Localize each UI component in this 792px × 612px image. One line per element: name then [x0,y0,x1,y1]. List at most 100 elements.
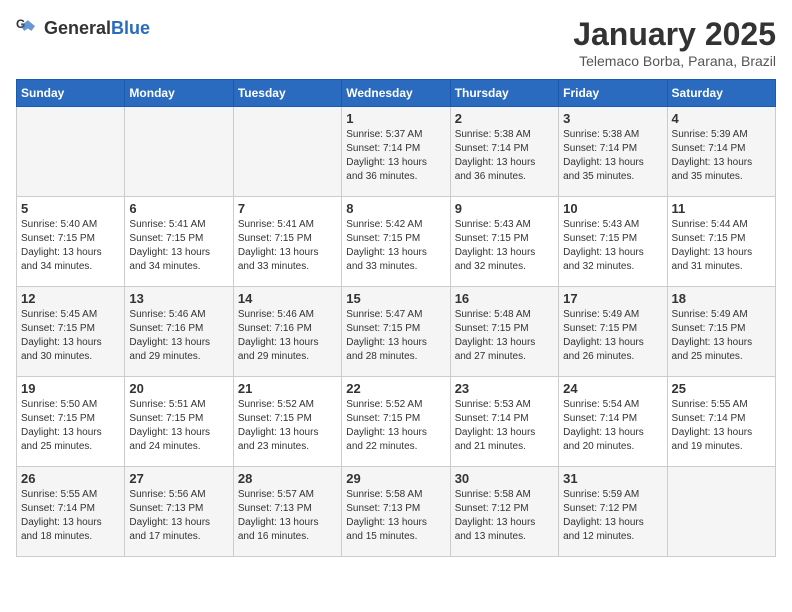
day-info: Sunrise: 5:44 AM Sunset: 7:15 PM Dayligh… [672,218,771,274]
day-number: 10 [563,201,662,216]
day-number: 26 [21,471,120,486]
day-number: 21 [238,381,337,396]
calendar-week-3: 12 Sunrise: 5:45 AM Sunset: 7:15 PM Dayli… [17,287,776,377]
calendar-cell: 21 Sunrise: 5:52 AM Sunset: 7:15 PM Dayli… [233,377,341,467]
calendar-cell: 19 Sunrise: 5:50 AM Sunset: 7:15 PM Dayli… [17,377,125,467]
day-number: 23 [455,381,554,396]
calendar-cell: 3 Sunrise: 5:38 AM Sunset: 7:14 PM Daylig… [559,107,667,197]
day-info: Sunrise: 5:49 AM Sunset: 7:15 PM Dayligh… [672,308,771,364]
day-info: Sunrise: 5:42 AM Sunset: 7:15 PM Dayligh… [346,218,445,274]
weekday-header-row: Sunday Monday Tuesday Wednesday Thursday… [17,80,776,107]
calendar-cell: 9 Sunrise: 5:43 AM Sunset: 7:15 PM Daylig… [450,197,558,287]
header-tuesday: Tuesday [233,80,341,107]
calendar-cell: 2 Sunrise: 5:38 AM Sunset: 7:14 PM Daylig… [450,107,558,197]
logo-icon: G [16,16,40,40]
logo: G GeneralBlue [16,16,150,40]
day-number: 16 [455,291,554,306]
day-info: Sunrise: 5:46 AM Sunset: 7:16 PM Dayligh… [129,308,228,364]
day-info: Sunrise: 5:38 AM Sunset: 7:14 PM Dayligh… [455,128,554,184]
day-info: Sunrise: 5:43 AM Sunset: 7:15 PM Dayligh… [455,218,554,274]
day-info: Sunrise: 5:37 AM Sunset: 7:14 PM Dayligh… [346,128,445,184]
calendar-cell: 14 Sunrise: 5:46 AM Sunset: 7:16 PM Dayli… [233,287,341,377]
calendar-cell: 7Sunrise: 5:41 AM Sunset: 7:15 PM Daylig… [233,197,341,287]
calendar-title: January 2025 [573,16,776,53]
calendar-cell: 23 Sunrise: 5:53 AM Sunset: 7:14 PM Dayli… [450,377,558,467]
calendar-cell: 4 Sunrise: 5:39 AM Sunset: 7:14 PM Daylig… [667,107,775,197]
day-info: Sunrise: 5:57 AM Sunset: 7:13 PM Dayligh… [238,488,337,544]
header-thursday: Thursday [450,80,558,107]
day-info: Sunrise: 5:47 AM Sunset: 7:15 PM Dayligh… [346,308,445,364]
day-number: 30 [455,471,554,486]
calendar-cell: 22Sunrise: 5:52 AM Sunset: 7:15 PM Dayli… [342,377,450,467]
header-saturday: Saturday [667,80,775,107]
header: G GeneralBlue January 2025 Telemaco Borb… [16,16,776,69]
calendar-cell: 29Sunrise: 5:58 AM Sunset: 7:13 PM Dayli… [342,467,450,557]
calendar-week-2: 5 Sunrise: 5:40 AM Sunset: 7:15 PM Daylig… [17,197,776,287]
header-friday: Friday [559,80,667,107]
day-number: 13 [129,291,228,306]
day-info: Sunrise: 5:56 AM Sunset: 7:13 PM Dayligh… [129,488,228,544]
calendar-body: 1 Sunrise: 5:37 AM Sunset: 7:14 PM Daylig… [17,107,776,557]
calendar-cell: 16 Sunrise: 5:48 AM Sunset: 7:15 PM Dayli… [450,287,558,377]
day-number: 2 [455,111,554,126]
day-info: Sunrise: 5:50 AM Sunset: 7:15 PM Dayligh… [21,398,120,454]
calendar-cell [233,107,341,197]
day-number: 5 [21,201,120,216]
calendar-cell [17,107,125,197]
calendar-cell: 10Sunrise: 5:43 AM Sunset: 7:15 PM Dayli… [559,197,667,287]
day-number: 18 [672,291,771,306]
day-info: Sunrise: 5:46 AM Sunset: 7:16 PM Dayligh… [238,308,337,364]
day-number: 8 [346,201,445,216]
day-info: Sunrise: 5:55 AM Sunset: 7:14 PM Dayligh… [672,398,771,454]
day-number: 17 [563,291,662,306]
day-number: 31 [563,471,662,486]
day-info: Sunrise: 5:45 AM Sunset: 7:15 PM Dayligh… [21,308,120,364]
day-number: 3 [563,111,662,126]
day-info: Sunrise: 5:41 AM Sunset: 7:15 PM Dayligh… [129,218,228,274]
calendar-header: Sunday Monday Tuesday Wednesday Thursday… [17,80,776,107]
day-number: 9 [455,201,554,216]
day-number: 19 [21,381,120,396]
day-info: Sunrise: 5:55 AM Sunset: 7:14 PM Dayligh… [21,488,120,544]
day-number: 4 [672,111,771,126]
calendar-subtitle: Telemaco Borba, Parana, Brazil [573,53,776,69]
calendar-cell: 8 Sunrise: 5:42 AM Sunset: 7:15 PM Daylig… [342,197,450,287]
day-info: Sunrise: 5:48 AM Sunset: 7:15 PM Dayligh… [455,308,554,364]
calendar-cell: 11 Sunrise: 5:44 AM Sunset: 7:15 PM Dayli… [667,197,775,287]
calendar-cell: 27 Sunrise: 5:56 AM Sunset: 7:13 PM Dayli… [125,467,233,557]
day-number: 24 [563,381,662,396]
day-info: Sunrise: 5:38 AM Sunset: 7:14 PM Dayligh… [563,128,662,184]
day-number: 1 [346,111,445,126]
calendar-week-4: 19 Sunrise: 5:50 AM Sunset: 7:15 PM Dayli… [17,377,776,467]
day-info: Sunrise: 5:52 AM Sunset: 7:15 PM Dayligh… [238,398,337,454]
day-number: 6 [129,201,228,216]
logo-general: General [44,18,111,38]
day-info: Sunrise: 5:54 AM Sunset: 7:14 PM Dayligh… [563,398,662,454]
header-sunday: Sunday [17,80,125,107]
day-info: Sunrise: 5:52 AM Sunset: 7:15 PM Dayligh… [346,398,445,454]
calendar-week-5: 26 Sunrise: 5:55 AM Sunset: 7:14 PM Dayli… [17,467,776,557]
day-info: Sunrise: 5:39 AM Sunset: 7:14 PM Dayligh… [672,128,771,184]
day-info: Sunrise: 5:58 AM Sunset: 7:13 PM Dayligh… [346,488,445,544]
day-number: 14 [238,291,337,306]
calendar-cell: 1 Sunrise: 5:37 AM Sunset: 7:14 PM Daylig… [342,107,450,197]
day-number: 28 [238,471,337,486]
day-info: Sunrise: 5:59 AM Sunset: 7:12 PM Dayligh… [563,488,662,544]
day-number: 25 [672,381,771,396]
day-info: Sunrise: 5:53 AM Sunset: 7:14 PM Dayligh… [455,398,554,454]
calendar-cell: 30 Sunrise: 5:58 AM Sunset: 7:12 PM Dayli… [450,467,558,557]
day-info: Sunrise: 5:51 AM Sunset: 7:15 PM Dayligh… [129,398,228,454]
day-number: 11 [672,201,771,216]
header-wednesday: Wednesday [342,80,450,107]
calendar-cell: 24 Sunrise: 5:54 AM Sunset: 7:14 PM Dayli… [559,377,667,467]
day-number: 12 [21,291,120,306]
logo-wordmark: GeneralBlue [44,18,150,39]
calendar-cell: 28 Sunrise: 5:57 AM Sunset: 7:13 PM Dayli… [233,467,341,557]
calendar-cell: 17 Sunrise: 5:49 AM Sunset: 7:15 PM Dayli… [559,287,667,377]
day-number: 27 [129,471,228,486]
calendar-cell [125,107,233,197]
day-info: Sunrise: 5:49 AM Sunset: 7:15 PM Dayligh… [563,308,662,364]
calendar-cell: 12 Sunrise: 5:45 AM Sunset: 7:15 PM Dayli… [17,287,125,377]
day-info: Sunrise: 5:40 AM Sunset: 7:15 PM Dayligh… [21,218,120,274]
day-info: Sunrise: 5:58 AM Sunset: 7:12 PM Dayligh… [455,488,554,544]
